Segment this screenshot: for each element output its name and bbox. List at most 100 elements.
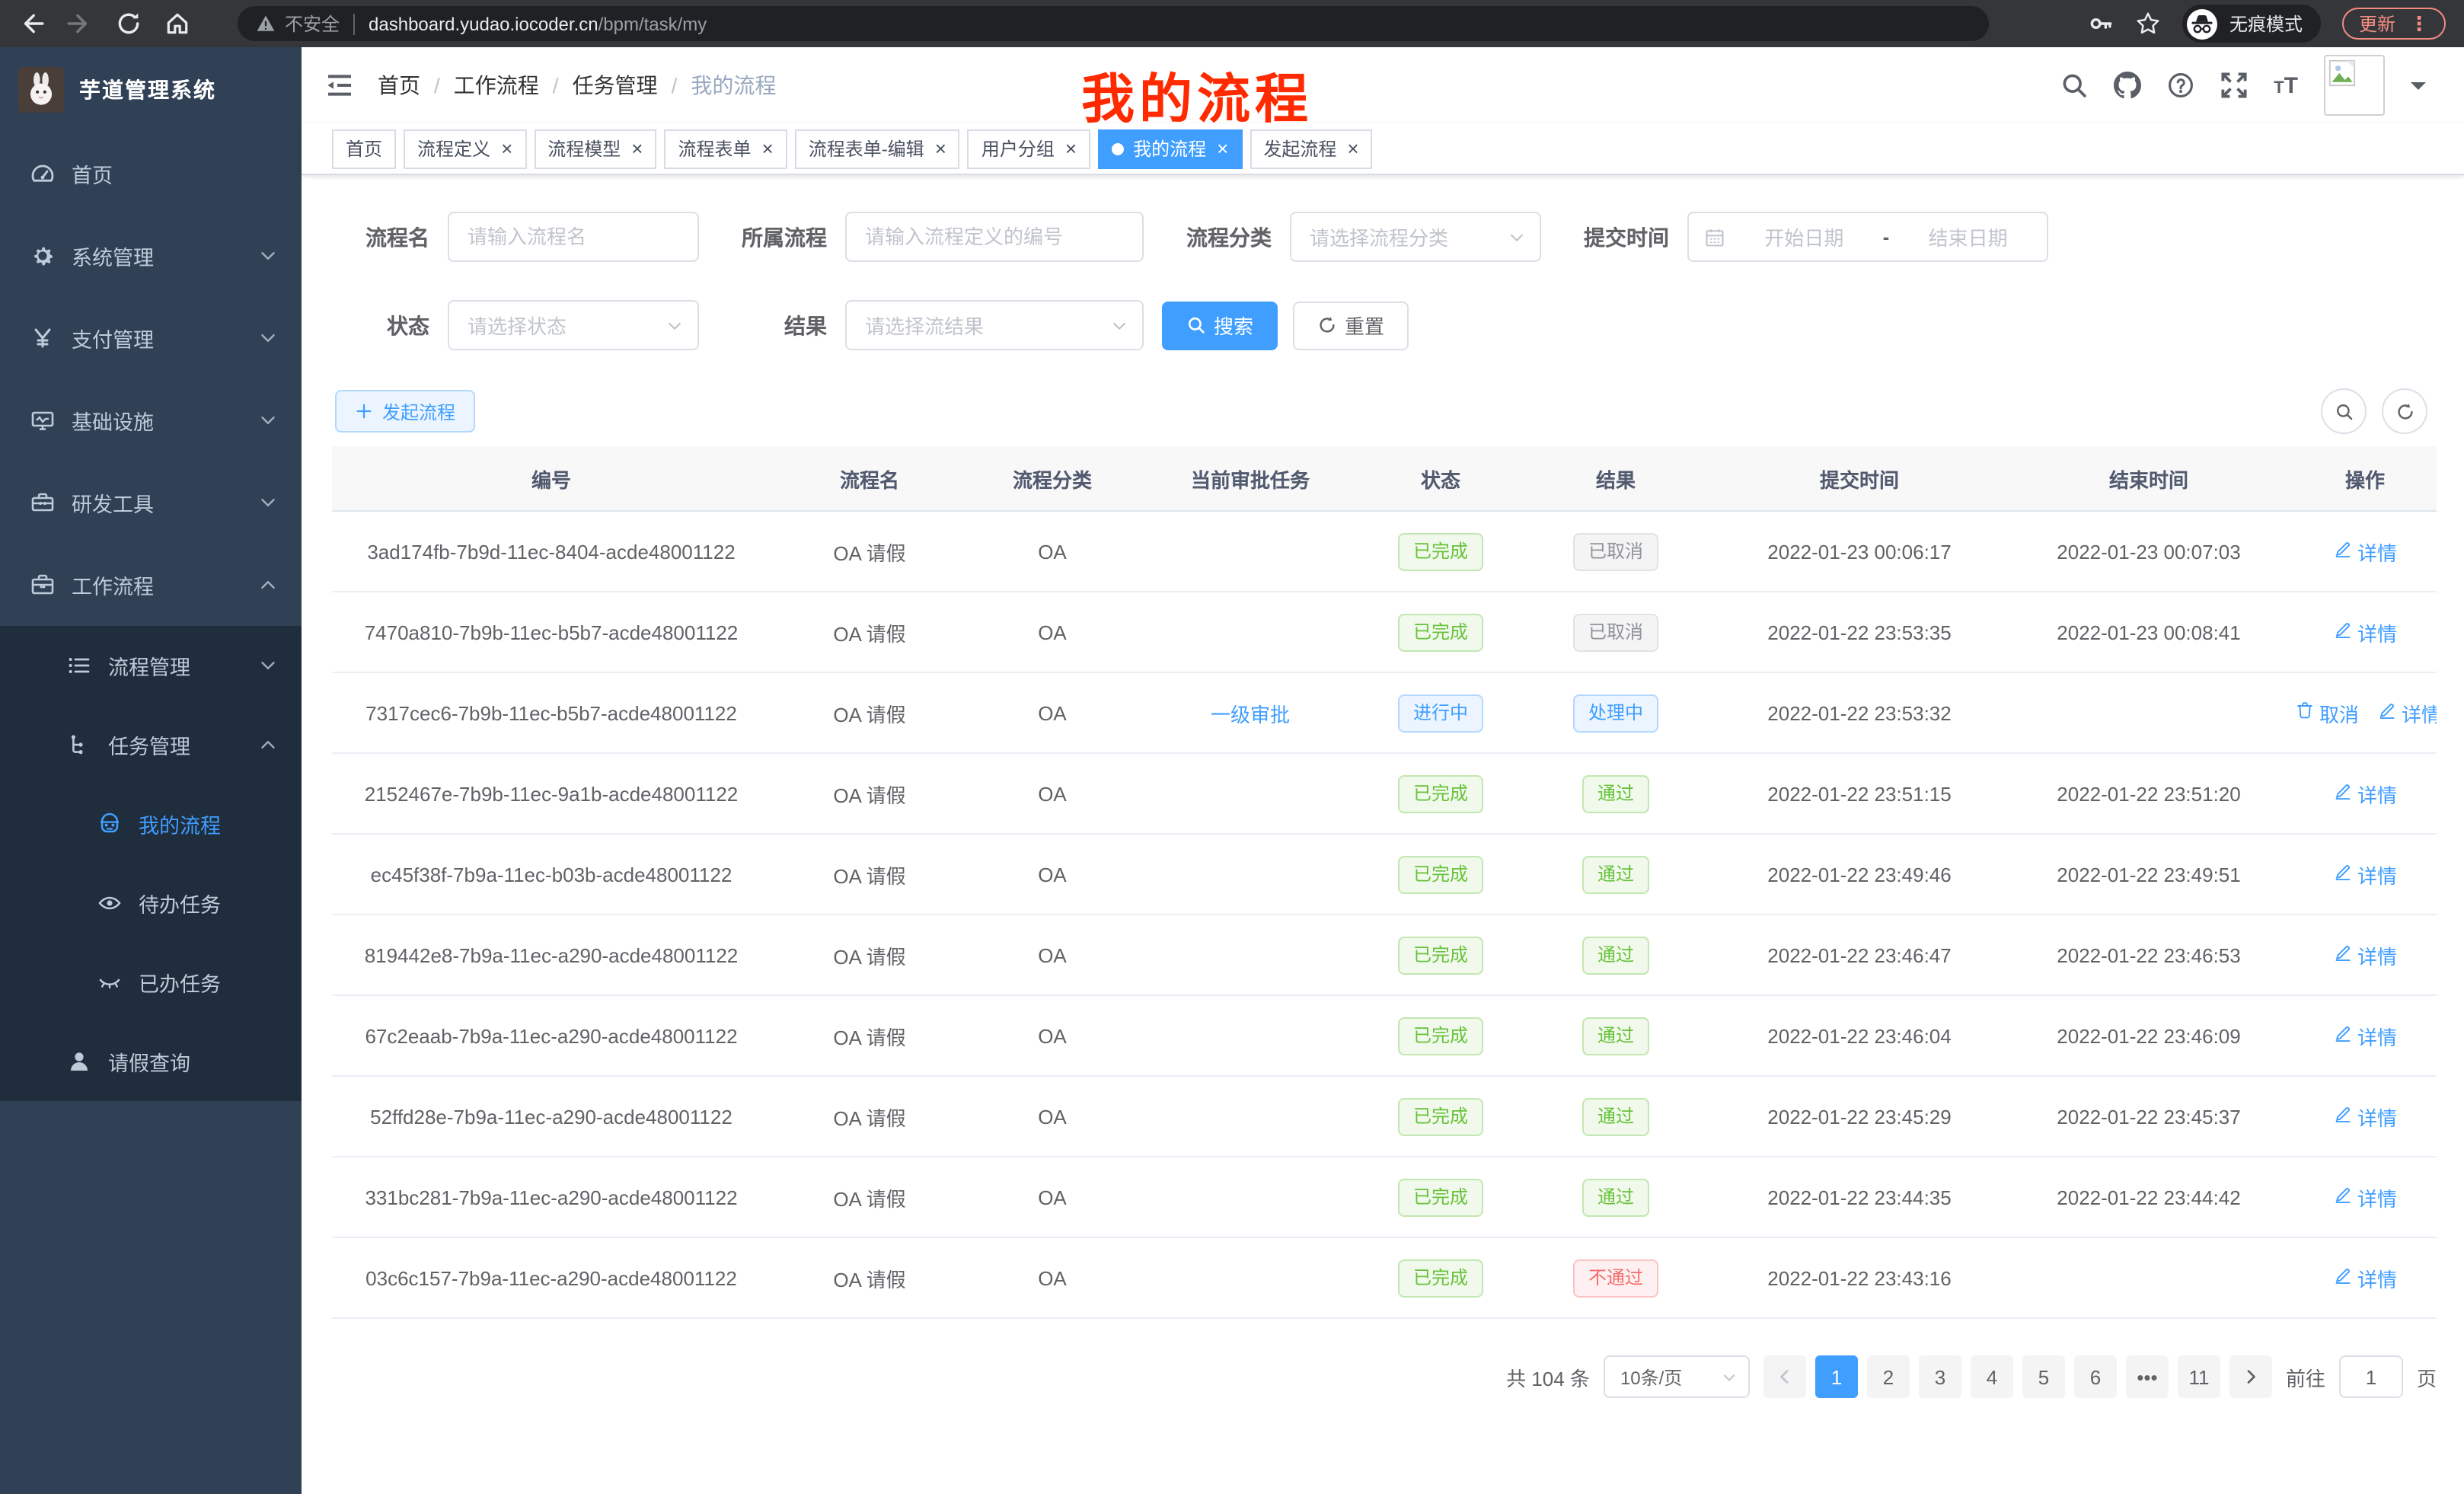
cancel-link[interactable]: 取消 bbox=[2295, 698, 2359, 727]
tab-5[interactable]: 用户分组× bbox=[968, 129, 1090, 168]
end-date-placeholder[interactable]: 结束日期 bbox=[1904, 222, 2032, 251]
page-button-1[interactable]: 1 bbox=[1815, 1355, 1858, 1398]
sidebar-item-task-management[interactable]: 任务管理 bbox=[0, 705, 302, 784]
status-select[interactable]: 请选择状态 bbox=[448, 300, 699, 350]
tab-3[interactable]: 流程表单× bbox=[664, 129, 787, 168]
column-header: 操作 bbox=[2293, 446, 2437, 511]
breadcrumb-item[interactable]: 工作流程 bbox=[454, 70, 539, 101]
filter-row-2: 状态 请选择状态 结果 请选择流结果 搜索 bbox=[332, 300, 2437, 350]
close-icon[interactable]: × bbox=[501, 139, 512, 158]
forward-icon[interactable] bbox=[67, 11, 93, 37]
sidebar-item-todo-tasks[interactable]: 待办任务 bbox=[0, 864, 302, 943]
refresh-button[interactable] bbox=[2382, 388, 2427, 434]
fullscreen-icon[interactable] bbox=[2220, 72, 2248, 99]
process-name-input[interactable] bbox=[448, 212, 699, 262]
detail-link[interactable]: 详情 bbox=[2377, 698, 2437, 727]
key-icon[interactable] bbox=[2088, 11, 2114, 37]
home-icon[interactable] bbox=[164, 11, 190, 37]
tab-label: 我的流程 bbox=[1133, 136, 1206, 161]
sidebar-item-done-tasks[interactable]: 已办任务 bbox=[0, 943, 302, 1022]
breadcrumb-item[interactable]: 任务管理 bbox=[573, 70, 658, 101]
help-icon[interactable] bbox=[2167, 72, 2194, 99]
hamburger-icon[interactable] bbox=[326, 72, 353, 99]
sidebar-item-infrastructure[interactable]: 基础设施 bbox=[0, 379, 302, 461]
detail-link[interactable]: 详情 bbox=[2333, 1263, 2397, 1292]
category-select[interactable]: 请选择流程分类 bbox=[1290, 212, 1541, 262]
close-icon[interactable]: × bbox=[762, 139, 774, 158]
reset-button[interactable]: 重置 bbox=[1293, 301, 1409, 350]
toolbox-icon bbox=[30, 490, 55, 515]
result-select[interactable]: 请选择流结果 bbox=[845, 300, 1144, 350]
tab-6[interactable]: 我的流程 × bbox=[1098, 129, 1242, 168]
detail-link[interactable]: 详情 bbox=[2333, 1183, 2397, 1211]
sidebar-item-payment[interactable]: 支付管理 bbox=[0, 297, 302, 379]
back-icon[interactable] bbox=[18, 11, 44, 37]
page-button-2[interactable]: 2 bbox=[1867, 1355, 1910, 1398]
cell-id: 2152467e-7b9b-11ec-9a1b-acde48001122 bbox=[332, 753, 771, 834]
reload-icon[interactable] bbox=[116, 11, 142, 37]
tab-7[interactable]: 发起流程× bbox=[1250, 129, 1372, 168]
action-label: 详情 bbox=[2357, 779, 2397, 808]
chevron-down-icon bbox=[259, 247, 277, 265]
sidebar-item-leave-query[interactable]: 请假查询 bbox=[0, 1022, 302, 1101]
sidebar-item-process-management[interactable]: 流程管理 bbox=[0, 626, 302, 705]
process-definition-input[interactable] bbox=[845, 212, 1144, 262]
close-icon[interactable]: × bbox=[1065, 139, 1077, 158]
close-icon[interactable]: × bbox=[1217, 139, 1228, 158]
detail-link[interactable]: 详情 bbox=[2333, 860, 2397, 889]
page-size-select[interactable]: 10条/页 bbox=[1604, 1355, 1750, 1398]
toggle-search-button[interactable] bbox=[2321, 388, 2367, 434]
page-button-3[interactable]: 3 bbox=[1919, 1355, 1961, 1398]
search-button[interactable]: 搜索 bbox=[1162, 301, 1278, 350]
task-link[interactable]: 一级审批 bbox=[1211, 698, 1290, 727]
page-button-6[interactable]: 6 bbox=[2074, 1355, 2117, 1398]
pager-ellipsis[interactable]: ••• bbox=[2126, 1355, 2169, 1398]
tab-1[interactable]: 流程定义× bbox=[404, 129, 526, 168]
sidebar-item-system[interactable]: 系统管理 bbox=[0, 215, 302, 297]
detail-link[interactable]: 详情 bbox=[2333, 537, 2397, 566]
sidebar-item-home[interactable]: 首页 bbox=[0, 132, 302, 215]
detail-link[interactable]: 详情 bbox=[2333, 940, 2397, 969]
status-tag: 已完成 bbox=[1398, 1259, 1483, 1297]
close-icon[interactable]: × bbox=[1347, 139, 1358, 158]
sidebar-item-label: 任务管理 bbox=[108, 729, 190, 760]
menu-dots-icon[interactable]: ⋮ bbox=[2409, 14, 2429, 34]
detail-link[interactable]: 详情 bbox=[2333, 1021, 2397, 1050]
sidebar-item-devtools[interactable]: 研发工具 bbox=[0, 461, 302, 544]
bookmark-star-icon[interactable] bbox=[2135, 11, 2161, 37]
close-icon[interactable]: × bbox=[935, 139, 946, 158]
chevron-down-icon[interactable] bbox=[2411, 82, 2426, 97]
search-icon[interactable] bbox=[2060, 72, 2088, 99]
page-button-11[interactable]: 11 bbox=[2178, 1355, 2220, 1398]
insecure-label[interactable]: 不安全 bbox=[285, 11, 340, 37]
next-page-button[interactable] bbox=[2229, 1355, 2272, 1398]
prev-page-button[interactable] bbox=[1763, 1355, 1806, 1398]
avatar[interactable] bbox=[2324, 55, 2385, 116]
page-button-5[interactable]: 5 bbox=[2022, 1355, 2065, 1398]
detail-link[interactable]: 详情 bbox=[2333, 1102, 2397, 1131]
start-process-button[interactable]: 发起流程 bbox=[335, 390, 475, 433]
cell-id: ec45f38f-7b9a-11ec-b03b-acde48001122 bbox=[332, 834, 771, 915]
detail-link[interactable]: 详情 bbox=[2333, 618, 2397, 646]
tab-0[interactable]: 首页 bbox=[332, 129, 396, 168]
sidebar-item-workflow[interactable]: 工作流程 bbox=[0, 544, 302, 626]
result-tag: 通过 bbox=[1582, 1017, 1649, 1055]
start-date-placeholder[interactable]: 开始日期 bbox=[1741, 222, 1868, 251]
goto-page-input[interactable] bbox=[2339, 1355, 2403, 1398]
close-icon[interactable]: × bbox=[631, 139, 643, 158]
tab-4[interactable]: 流程表单-编辑× bbox=[795, 129, 960, 168]
action-label: 详情 bbox=[2357, 1263, 2397, 1292]
font-size-icon[interactable]: TT bbox=[2274, 72, 2298, 98]
submit-time-range-picker[interactable]: 开始日期 - 结束日期 bbox=[1687, 212, 2048, 262]
table-row: 52ffd28e-7b9a-11ec-a290-acde48001122OA 请… bbox=[332, 1076, 2437, 1157]
page-button-4[interactable]: 4 bbox=[1971, 1355, 2013, 1398]
tab-2[interactable]: 流程模型× bbox=[534, 129, 656, 168]
update-chip[interactable]: 更新 ⋮ bbox=[2342, 8, 2446, 40]
github-icon[interactable] bbox=[2114, 72, 2141, 99]
detail-link[interactable]: 详情 bbox=[2333, 779, 2397, 808]
warning-icon bbox=[256, 14, 276, 34]
sidebar-item-my-process[interactable]: 我的流程 bbox=[0, 784, 302, 864]
address-bar[interactable]: 不安全 dashboard.yudao.iocoder.cn/bpm/task/… bbox=[238, 6, 1989, 41]
sidebar-logo[interactable]: 芋道管理系统 bbox=[0, 47, 302, 132]
breadcrumb-item[interactable]: 首页 bbox=[378, 70, 420, 101]
